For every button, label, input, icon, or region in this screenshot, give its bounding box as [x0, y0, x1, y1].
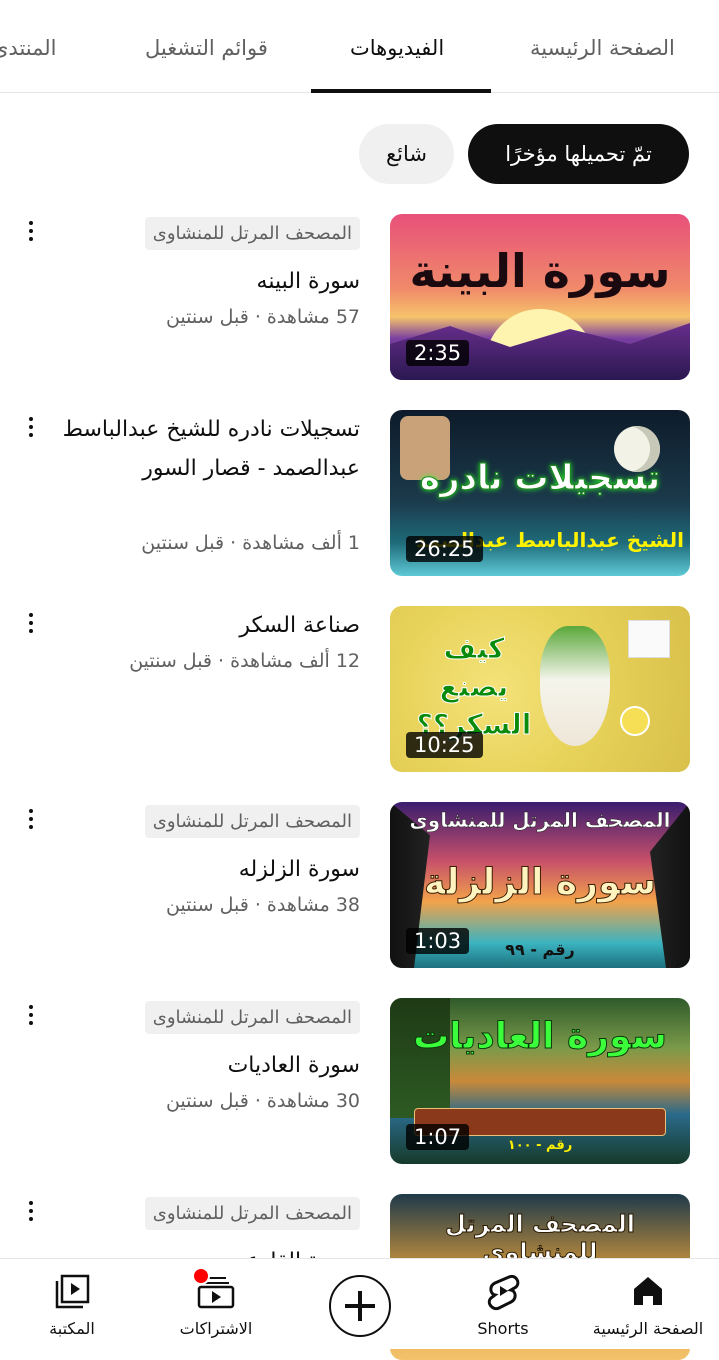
video-meta: 30 مشاهدة · قبل سنتين — [165, 1090, 360, 1112]
create-icon — [329, 1275, 391, 1337]
nav-home-label: الصفحة الرئيسية — [592, 1319, 704, 1338]
home-icon — [628, 1271, 668, 1311]
more-options-icon[interactable] — [22, 414, 40, 442]
more-options-icon[interactable] — [22, 1002, 40, 1030]
playlist-badge: المصحف المرتل للمنشاوى — [144, 1001, 360, 1034]
nav-library-label: المكتبة — [49, 1319, 95, 1338]
video-duration: 1:07 — [406, 1124, 470, 1150]
thumbnail-title: تسجيلات نادره — [419, 458, 661, 499]
thumbnail-title: سورة الزلزلة — [424, 862, 657, 904]
library-icon — [52, 1271, 92, 1311]
thumbnail-title: سورة البينة — [409, 244, 671, 298]
tab-playlists[interactable]: قوائم التشغيل — [145, 36, 268, 60]
notification-dot — [192, 1267, 210, 1285]
nav-subscriptions[interactable]: الاشتراكات — [166, 1259, 266, 1349]
nav-shorts-label: Shorts — [477, 1319, 529, 1338]
chip-recently-uploaded[interactable]: تمّ تحميلها مؤخرًا — [468, 124, 689, 184]
nav-library[interactable]: المكتبة — [22, 1259, 122, 1349]
video-title[interactable]: سورة الزلزله — [50, 850, 360, 889]
video-meta: 1 ألف مشاهدة · قبل سنتين — [141, 532, 360, 554]
nav-create[interactable] — [320, 1259, 400, 1349]
video-title[interactable]: سورة العاديات — [50, 1046, 360, 1085]
more-options-icon[interactable] — [22, 1198, 40, 1226]
thumbnail-title: كيف يصنع السكر؟؟ — [416, 632, 532, 742]
subscriptions-icon — [192, 1267, 236, 1311]
nav-shorts[interactable]: Shorts — [450, 1259, 556, 1349]
more-options-icon[interactable] — [22, 218, 40, 246]
video-meta: 38 مشاهدة · قبل سنتين — [165, 894, 360, 916]
thumbnail-header: المصحف المرتل للمنشاوى — [409, 808, 671, 833]
playlist-badge: المصحف المرتل للمنشاوى — [144, 1197, 360, 1230]
tab-home[interactable]: الصفحة الرئيسية — [530, 36, 675, 60]
video-duration: 10:25 — [406, 732, 483, 758]
video-title[interactable]: تسجيلات نادره للشيخ عبدالباسط عبدالصمد -… — [50, 410, 360, 488]
video-meta: 12 ألف مشاهدة · قبل سنتين — [129, 650, 360, 672]
video-thumbnail[interactable]: المصحف المرتل للمنشاوى سورة الزلزلة رقم … — [390, 802, 690, 968]
video-thumbnail[interactable]: سورة العاديات رقم - ١٠٠ 1:07 — [390, 998, 690, 1164]
active-tab-indicator — [311, 89, 491, 93]
tab-videos[interactable]: الفيديوهات — [350, 36, 444, 60]
tab-community[interactable]: المنتدى — [0, 36, 57, 60]
bottom-navigation: الصفحة الرئيسية Shorts الاشتراكات المكتب… — [0, 1258, 719, 1349]
video-duration: 26:25 — [406, 536, 483, 562]
video-meta: 57 مشاهدة · قبل سنتين — [165, 306, 360, 328]
video-thumbnail[interactable]: تسجيلات نادره الشيخ عبدالباسط عبدالصمد 2… — [390, 410, 690, 576]
more-options-icon[interactable] — [22, 806, 40, 834]
video-thumbnail[interactable]: كيف يصنع السكر؟؟ 10:25 — [390, 606, 690, 772]
chip-popular[interactable]: شائع — [359, 124, 454, 184]
nav-home[interactable]: الصفحة الرئيسية — [588, 1259, 708, 1349]
shorts-icon — [483, 1271, 523, 1311]
more-options-icon[interactable] — [22, 610, 40, 638]
nav-subscriptions-label: الاشتراكات — [179, 1319, 253, 1338]
video-title[interactable]: صناعة السكر — [50, 606, 360, 645]
channel-tabs: الصفحة الرئيسية الفيديوهات قوائم التشغيل… — [0, 0, 719, 93]
thumbnail-title: سورة العاديات — [413, 1016, 668, 1058]
video-duration: 2:35 — [406, 340, 470, 366]
playlist-badge: المصحف المرتل للمنشاوى — [144, 805, 360, 838]
video-title[interactable]: سورة البينه — [50, 262, 360, 301]
video-duration: 1:03 — [406, 928, 470, 954]
video-thumbnail[interactable]: سورة البينة 2:35 — [390, 214, 690, 380]
playlist-badge: المصحف المرتل للمنشاوى — [144, 217, 360, 250]
